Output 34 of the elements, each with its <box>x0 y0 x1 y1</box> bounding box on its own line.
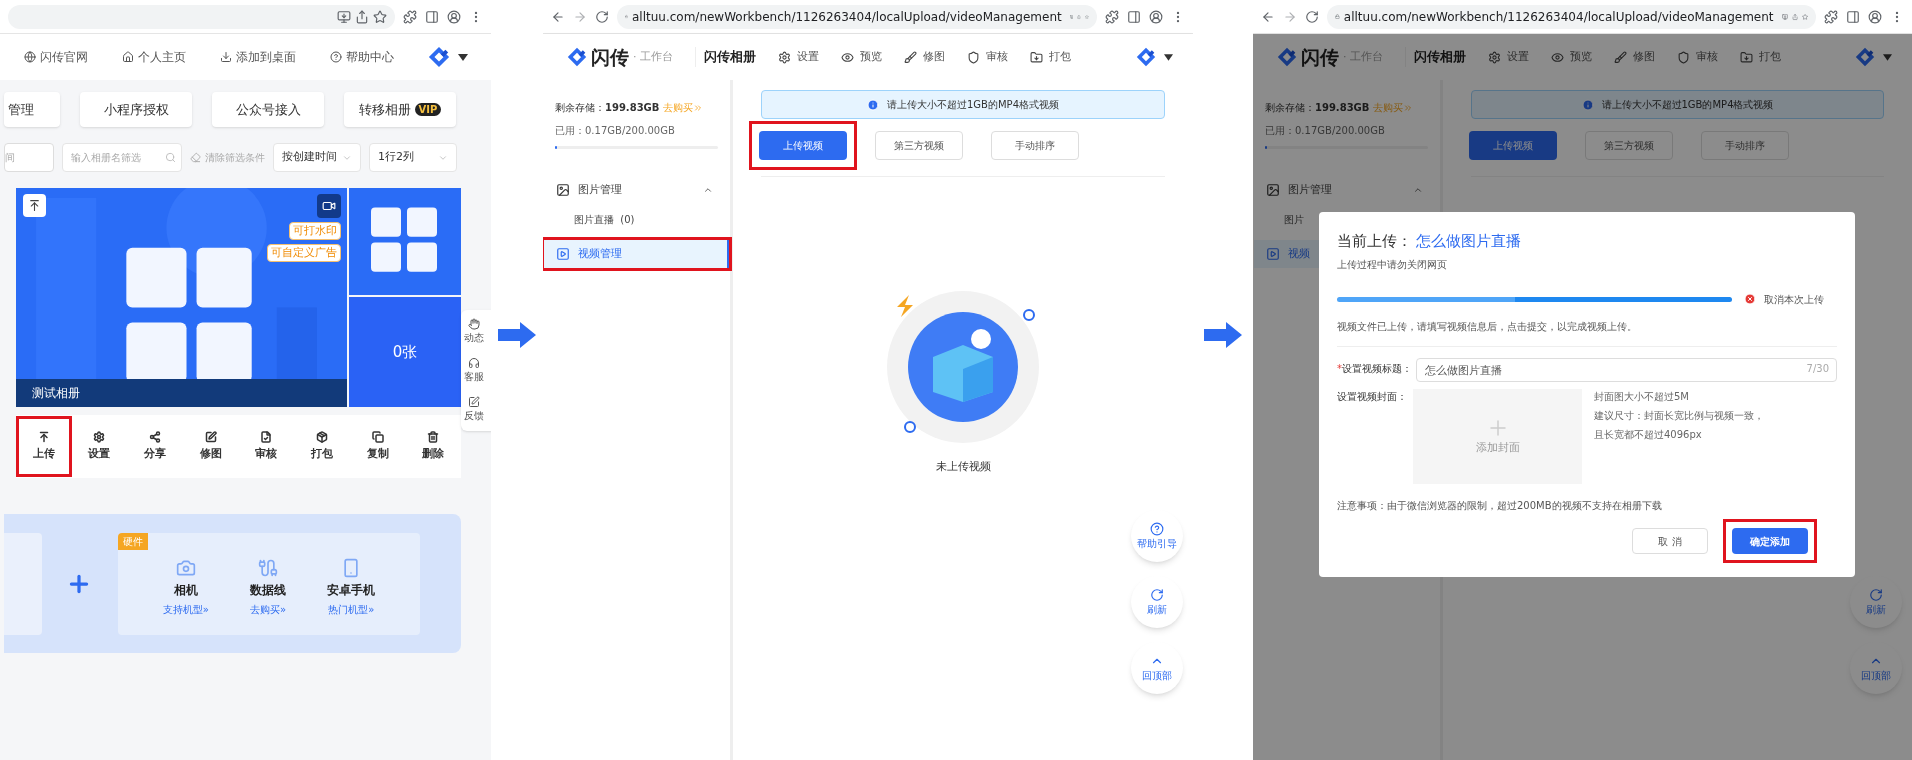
cover-hint: 且长宽都不超过4096px <box>1594 427 1703 442</box>
brand-name: 闪传 <box>1301 44 1339 70</box>
product-title: 闪传相册 <box>695 47 756 67</box>
hardware-name: 安卓手机 <box>327 582 376 599</box>
field-label: 设置视频封面： <box>1337 389 1407 404</box>
empty-state-text: 未上传视频 <box>935 459 991 475</box>
hardware-name: 相机 <box>173 582 198 599</box>
brand-subtitle: · 工作台 <box>633 48 673 65</box>
feature-tag: 可打水印 <box>289 222 341 240</box>
upload-info-text: 视频文件已上传，请填写视频信息后，点击提交，以完成视频上传。 <box>1337 319 1638 334</box>
field-label: *设置视频标题： <box>1337 362 1412 376</box>
url-text: alltuu.com/newWorkbench/1126263404/localUpload/videoManagement <box>631 8 1062 26</box>
dialog-title: 当前上传： <box>1337 231 1412 252</box>
hardware-name: 数据线 <box>250 582 287 599</box>
cover-hint: 建议尺寸：封面长宽比例与视频一致， <box>1594 408 1764 423</box>
dialog-warning: 上传过程中请勿关闭网页 <box>1337 257 1448 272</box>
product-title: 闪传相册 <box>1405 47 1466 67</box>
brand-name: 闪传 <box>591 44 629 70</box>
feature-tag: 可自定义广告 <box>267 244 341 262</box>
storage-label: 剩余存储：199.83GB <box>1265 101 1370 115</box>
notice-text: 请上传大小不超过1GB的MP4格式视频 <box>1601 98 1774 112</box>
storage-used: 已用：0.17GB/200.00GB <box>554 124 676 138</box>
storage-label: 剩余存储：199.83GB <box>555 101 660 115</box>
note-text: 注意事项：由于微信浏览器的限制，超过200MB的视频不支持在相册下载 <box>1337 498 1663 513</box>
vip-badge: VIP <box>414 103 442 116</box>
upload-file-name: 怎么做图片直播 <box>1416 231 1521 252</box>
album-name: 测试相册 <box>32 385 80 402</box>
photo-count: 0张 <box>392 341 418 363</box>
url-text: alltuu.com/newWorkbench/1126263404/localUpload/videoManagement <box>1343 8 1774 26</box>
notice-text: 请上传大小不超过1GB的MP4格式视频 <box>887 98 1059 112</box>
character-count: 7/30 <box>1806 362 1829 375</box>
storage-used: 已用：0.17GB/200.00GB <box>1264 124 1386 138</box>
hardware-badge: 硬件 <box>118 532 148 550</box>
cover-hint: 封面图大小不超过5M <box>1594 389 1690 404</box>
